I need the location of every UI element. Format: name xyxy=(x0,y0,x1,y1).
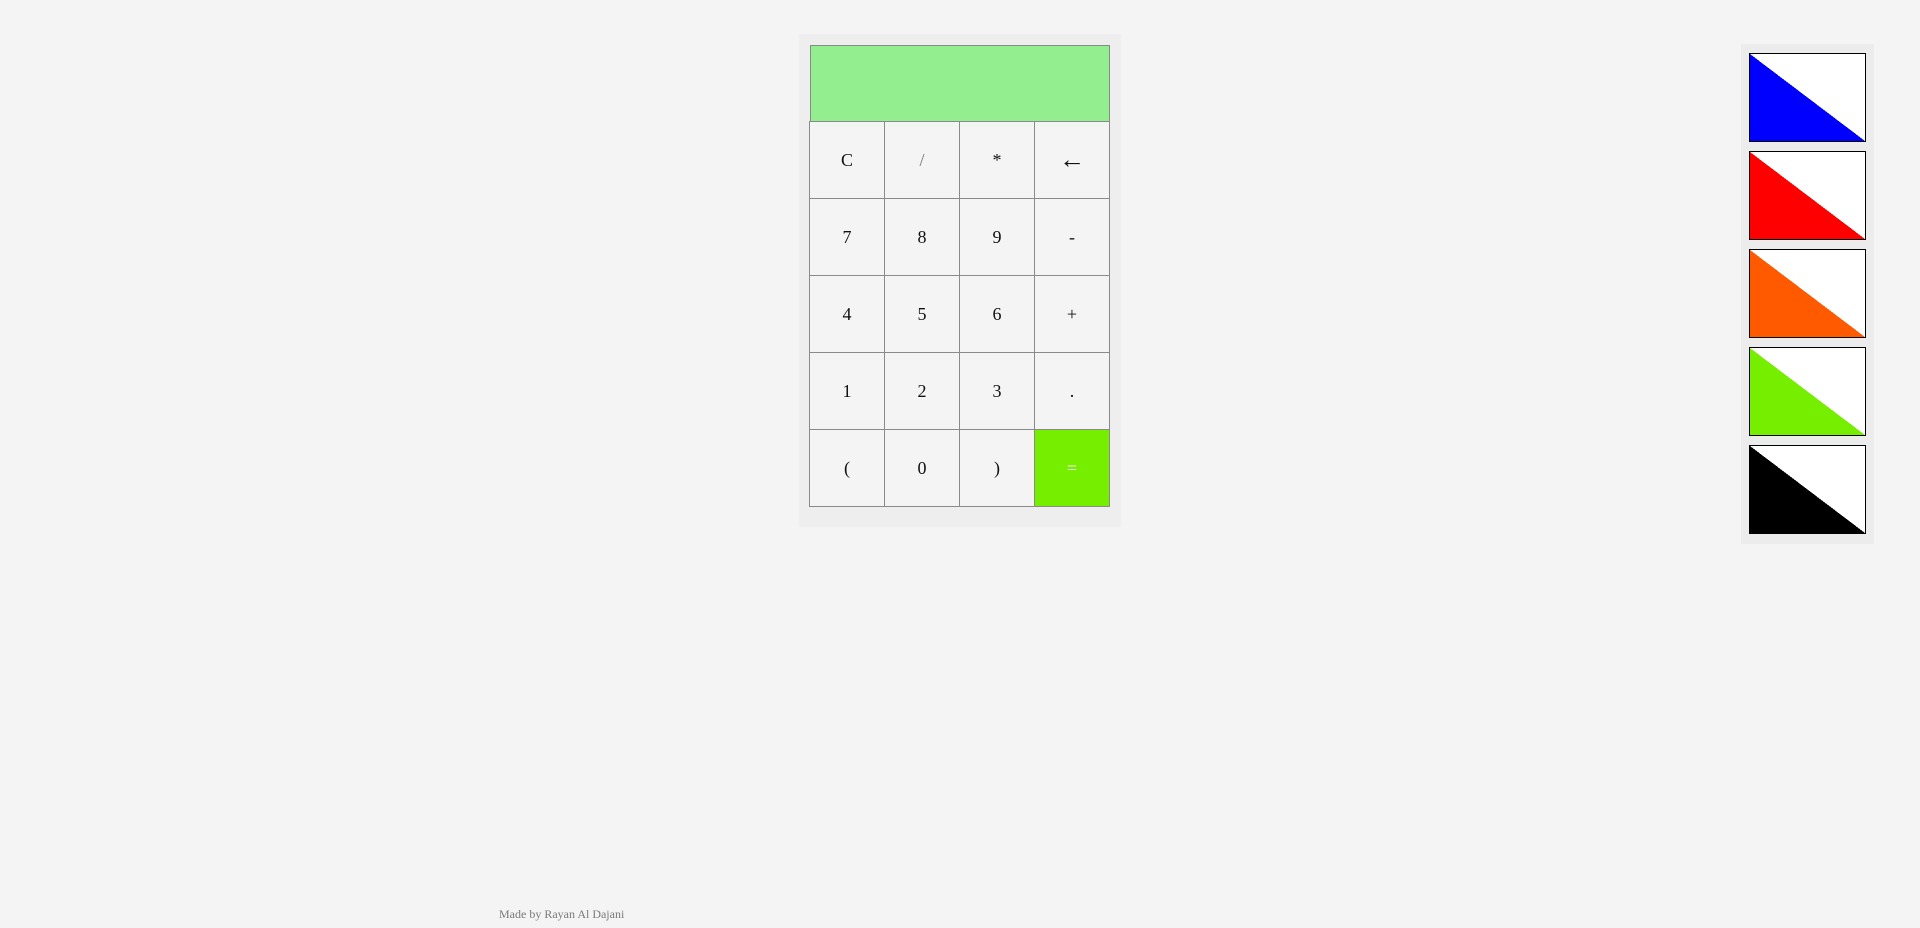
digit-7-button[interactable]: 7 xyxy=(809,198,885,276)
calculator: C / * ← 7 8 9 - 4 5 6 + 1 2 3 . ( 0 ) = xyxy=(799,34,1121,527)
digit-2-button[interactable]: 2 xyxy=(884,352,960,430)
theme-swatch-red[interactable] xyxy=(1749,151,1866,240)
theme-swatch-green[interactable] xyxy=(1749,347,1866,436)
subtract-button[interactable]: - xyxy=(1034,198,1110,276)
digit-6-button[interactable]: 6 xyxy=(959,275,1035,353)
close-paren-button[interactable]: ) xyxy=(959,429,1035,507)
add-button[interactable]: + xyxy=(1034,275,1110,353)
equals-button[interactable]: = xyxy=(1034,429,1110,507)
theme-picker xyxy=(1741,44,1874,544)
theme-swatch-black[interactable] xyxy=(1749,445,1866,534)
theme-swatch-blue[interactable] xyxy=(1749,53,1866,142)
footer-credit: Made by Rayan Al Dajani xyxy=(499,907,625,921)
digit-9-button[interactable]: 9 xyxy=(959,198,1035,276)
theme-swatch-orange[interactable] xyxy=(1749,249,1866,338)
decimal-button[interactable]: . xyxy=(1034,352,1110,430)
divide-button[interactable]: / xyxy=(884,121,960,199)
digit-4-button[interactable]: 4 xyxy=(809,275,885,353)
digit-5-button[interactable]: 5 xyxy=(884,275,960,353)
digit-0-button[interactable]: 0 xyxy=(884,429,960,507)
calculator-display xyxy=(810,45,1110,122)
open-paren-button[interactable]: ( xyxy=(809,429,885,507)
keypad: C / * ← 7 8 9 - 4 5 6 + 1 2 3 . ( 0 ) = xyxy=(809,121,1110,507)
clear-button[interactable]: C xyxy=(809,121,885,199)
backspace-button[interactable]: ← xyxy=(1034,121,1110,199)
digit-8-button[interactable]: 8 xyxy=(884,198,960,276)
digit-1-button[interactable]: 1 xyxy=(809,352,885,430)
multiply-button[interactable]: * xyxy=(959,121,1035,199)
digit-3-button[interactable]: 3 xyxy=(959,352,1035,430)
